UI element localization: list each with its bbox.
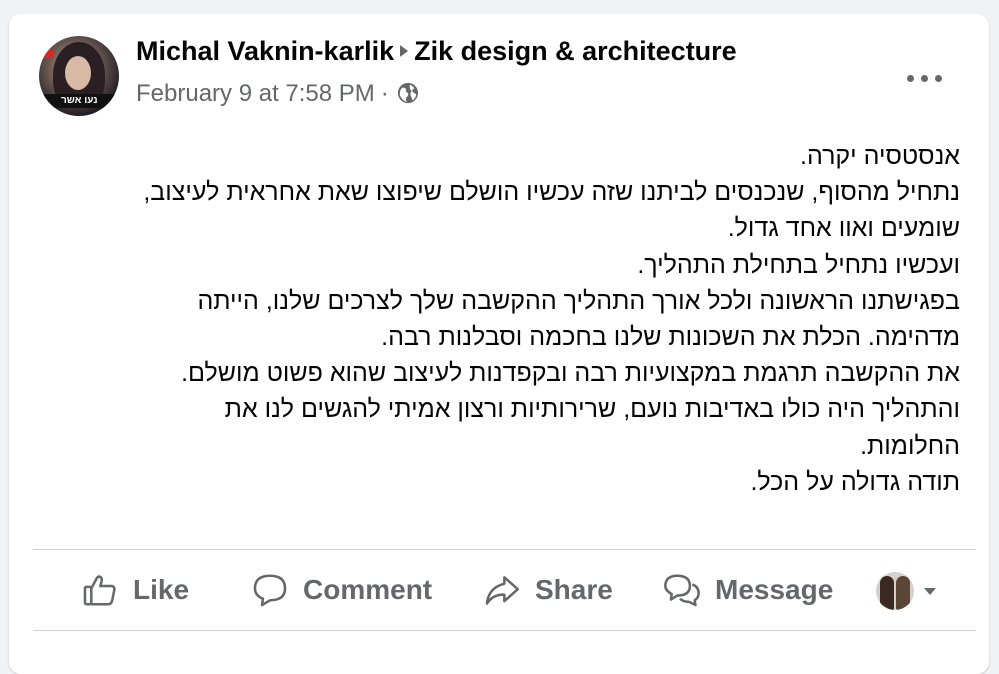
share-button[interactable]: Share [483,557,613,623]
message-button[interactable]: Message [663,557,833,623]
post-body: אנסטסיה יקרה. נתחיל מהסוף, שנכנסים לביתנ… [49,138,960,500]
actions-bottom-divider [33,630,976,631]
arrow-right-icon [400,44,409,57]
like-button[interactable]: Like [81,557,189,623]
body-line: ועכשיו נתחיל בתחילת התהליך. [637,250,960,279]
avatar-face [65,56,91,90]
profile-avatar [876,572,914,610]
body-line: החלומות. [860,431,960,460]
author-name[interactable]: Michal Vaknin-karlik [136,36,394,66]
share-arrow-icon [485,576,520,605]
page-name[interactable]: Zik design & architecture [414,36,737,66]
comment-label: Comment [303,574,433,605]
body-line: והתהליך היה כולו באדיבות נועם, שרירותיות… [224,395,960,424]
reaction-profile-selector[interactable] [876,569,936,613]
post-timestamp[interactable]: February 9 at 7:58 PM [136,80,375,107]
post-card: נעו אשר Michal Vaknin-karlik Zik design &… [9,14,989,674]
message-label: Message [715,574,834,605]
globe-icon[interactable] [397,82,419,104]
comment-button[interactable]: Comment [251,557,432,623]
body-line: בפגישתנו הראשונה ולכל אורך התהליך ההקשבה… [197,286,960,315]
body-line: תודה גדולה על הכל. [750,467,960,496]
body-line: שומעים ואוו אחד גדול. [727,214,960,243]
body-line: אנסטסיה יקרה. [800,142,960,170]
messenger-icon [664,574,700,607]
share-label: Share [535,574,613,605]
author-avatar[interactable]: נעו אשר [39,36,119,116]
post-actions: Like Comment Share Message [33,557,976,623]
body-line: את ההקשבה תרגמת במקצועיות רבה ובקפדנות ל… [181,359,960,388]
speech-bubble-icon [253,574,287,607]
actions-top-divider [33,549,976,550]
avatar-flag [41,50,53,58]
chevron-down-icon [924,587,936,595]
meta-separator: · [380,80,389,107]
post-header: Michal Vaknin-karlik Zik design & archite… [136,36,737,67]
thumbs-up-icon [83,575,116,606]
body-line: נתחיל מהסוף, שנכנסים לביתנו שזה עכשיו הו… [143,178,960,207]
more-dots-icon[interactable] [907,70,943,86]
avatar-badge-text: נעו אשר [61,95,98,106]
body-line: מדהימה. הכלת את השכונות שלנו בחכמה וסבלנ… [381,323,960,352]
like-label: Like [133,574,190,605]
post-meta: February 9 at 7:58 PM · [136,80,419,108]
